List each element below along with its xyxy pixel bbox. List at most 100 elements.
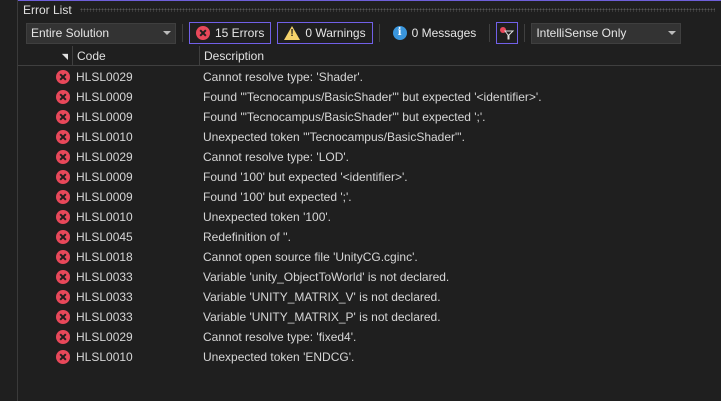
description-cell: Redefinition of ''. <box>203 230 291 244</box>
error-icon <box>56 330 70 344</box>
severity-cell <box>18 110 76 124</box>
description-cell: Unexpected token '100'. <box>203 210 332 224</box>
table-row[interactable]: HLSL0010 Unexpected token 'ENDCG'. <box>18 347 721 367</box>
table-row[interactable]: HLSL0010 Unexpected token '100'. <box>18 207 721 227</box>
table-row[interactable]: HLSL0033 Variable 'UNITY_MATRIX_V' is not… <box>18 287 721 307</box>
separator <box>524 24 526 42</box>
code-cell: HLSL0033 <box>76 290 133 304</box>
description-cell: Found '100' but expected '<identifier>'. <box>203 170 408 184</box>
filter-button[interactable] <box>496 22 519 44</box>
column-header-row: ◥ Code Description <box>18 46 721 66</box>
description-cell: Variable 'UNITY_MATRIX_V' is not declare… <box>203 290 441 304</box>
error-icon <box>56 190 70 204</box>
scope-value: Entire Solution <box>31 26 110 40</box>
code-cell: HLSL0033 <box>76 310 133 324</box>
table-row[interactable]: HLSL0018 Cannot open source file 'UnityCG… <box>18 247 721 267</box>
code-cell: HLSL0018 <box>76 250 133 264</box>
messages-label: 0 Messages <box>411 26 477 40</box>
code-cell: HLSL0029 <box>76 70 133 84</box>
severity-cell <box>18 230 76 244</box>
table-row[interactable]: HLSL0009 Found '"Tecnocampus/BasicShader"… <box>18 87 721 107</box>
severity-cell <box>18 290 76 304</box>
code-cell: HLSL0029 <box>76 330 133 344</box>
table-row[interactable]: HLSL0045 Redefinition of ''. <box>18 227 721 247</box>
table-row[interactable]: HLSL0009 Found '100' but expected ';'. <box>18 187 721 207</box>
column-header-code[interactable]: Code <box>73 46 200 66</box>
severity-cell <box>18 130 76 144</box>
error-icon <box>56 310 70 324</box>
error-icon <box>56 350 70 364</box>
active-panel-indicator <box>18 0 721 1</box>
code-cell: HLSL0009 <box>76 110 133 124</box>
table-row[interactable]: HLSL0033 Variable 'UNITY_MATRIX_P' is not… <box>18 307 721 327</box>
code-cell: HLSL0009 <box>76 90 133 104</box>
error-list-toolbar: Entire Solution 15 Errors 0 Warnings i 0… <box>26 22 682 44</box>
messages-toggle-button[interactable]: i 0 Messages <box>386 22 484 44</box>
code-cell: HLSL0009 <box>76 170 133 184</box>
error-icon <box>56 230 70 244</box>
error-icon <box>56 170 70 184</box>
code-cell: HLSL0009 <box>76 190 133 204</box>
description-cell: Variable 'UNITY_MATRIX_P' is not declare… <box>203 310 441 324</box>
error-list: HLSL0029 Cannot resolve type: 'Shader'. HL… <box>18 67 721 367</box>
error-icon <box>56 130 70 144</box>
severity-cell <box>18 330 76 344</box>
description-cell: Variable 'unity_ObjectToWorld' is not de… <box>203 270 450 284</box>
errors-toggle-button[interactable]: 15 Errors <box>189 22 272 44</box>
column-header-description[interactable]: Description <box>200 46 721 66</box>
severity-cell <box>18 190 76 204</box>
code-cell: HLSL0033 <box>76 270 133 284</box>
severity-cell <box>18 310 76 324</box>
build-filter-value: IntelliSense Only <box>536 26 627 40</box>
separator <box>489 24 491 42</box>
description-cell: Cannot resolve type: 'Shader'. <box>203 70 364 84</box>
info-icon: i <box>392 26 407 40</box>
severity-cell <box>18 250 76 264</box>
description-cell: Unexpected token '"Tecnocampus/BasicShad… <box>203 130 465 144</box>
description-cell: Cannot resolve type: 'LOD'. <box>203 150 349 164</box>
filter-icon <box>500 27 515 40</box>
description-cell: Cannot open source file 'UnityCG.cginc'. <box>203 250 418 264</box>
error-icon <box>56 270 70 284</box>
table-row[interactable]: HLSL0009 Found '"Tecnocampus/BasicShader"… <box>18 107 721 127</box>
warnings-label: 0 Warnings <box>305 26 366 40</box>
error-icon <box>56 210 70 224</box>
column-header-severity[interactable]: ◥ <box>18 46 73 66</box>
description-cell: Found '"Tecnocampus/BasicShader"' but ex… <box>203 90 542 104</box>
errors-label: 15 Errors <box>215 26 265 40</box>
description-cell: Cannot resolve type: 'fixed4'. <box>203 330 357 344</box>
severity-cell <box>18 210 76 224</box>
left-dock-strip <box>0 0 18 401</box>
panel-titlebar[interactable]: Error List <box>23 2 721 18</box>
error-icon <box>56 250 70 264</box>
severity-cell <box>18 170 76 184</box>
code-cell: HLSL0010 <box>76 130 133 144</box>
scope-dropdown[interactable]: Entire Solution <box>26 22 176 44</box>
chevron-down-icon <box>668 31 677 35</box>
error-icon <box>56 70 70 84</box>
error-icon <box>56 290 70 304</box>
column-code-label: Code <box>77 49 106 63</box>
table-row[interactable]: HLSL0029 Cannot resolve type: 'Shader'. <box>18 67 721 87</box>
code-cell: HLSL0045 <box>76 230 133 244</box>
table-row[interactable]: HLSL0009 Found '100' but expected '<ident… <box>18 167 721 187</box>
sort-icon: ◥ <box>61 51 68 61</box>
description-cell: Found '100' but expected ';'. <box>203 190 352 204</box>
chevron-down-icon <box>163 31 171 35</box>
description-cell: Unexpected token 'ENDCG'. <box>203 350 355 364</box>
table-row[interactable]: HLSL0033 Variable 'unity_ObjectToWorld' i… <box>18 267 721 287</box>
severity-cell <box>18 70 76 84</box>
separator <box>182 24 183 42</box>
table-row[interactable]: HLSL0029 Cannot resolve type: 'LOD'. <box>18 147 721 167</box>
warnings-toggle-button[interactable]: 0 Warnings <box>277 22 373 44</box>
code-cell: HLSL0010 <box>76 210 133 224</box>
table-row[interactable]: HLSL0029 Cannot resolve type: 'fixed4'. <box>18 327 721 347</box>
column-description-label: Description <box>204 49 265 63</box>
severity-cell <box>18 90 76 104</box>
drag-grip[interactable] <box>79 8 715 12</box>
table-row[interactable]: HLSL0010 Unexpected token '"Tecnocampus/B… <box>18 127 721 147</box>
error-icon <box>196 26 210 40</box>
description-cell: Found '"Tecnocampus/BasicShader"' but ex… <box>203 110 486 124</box>
build-filter-dropdown[interactable]: IntelliSense Only <box>531 22 682 44</box>
code-cell: HLSL0010 <box>76 350 133 364</box>
